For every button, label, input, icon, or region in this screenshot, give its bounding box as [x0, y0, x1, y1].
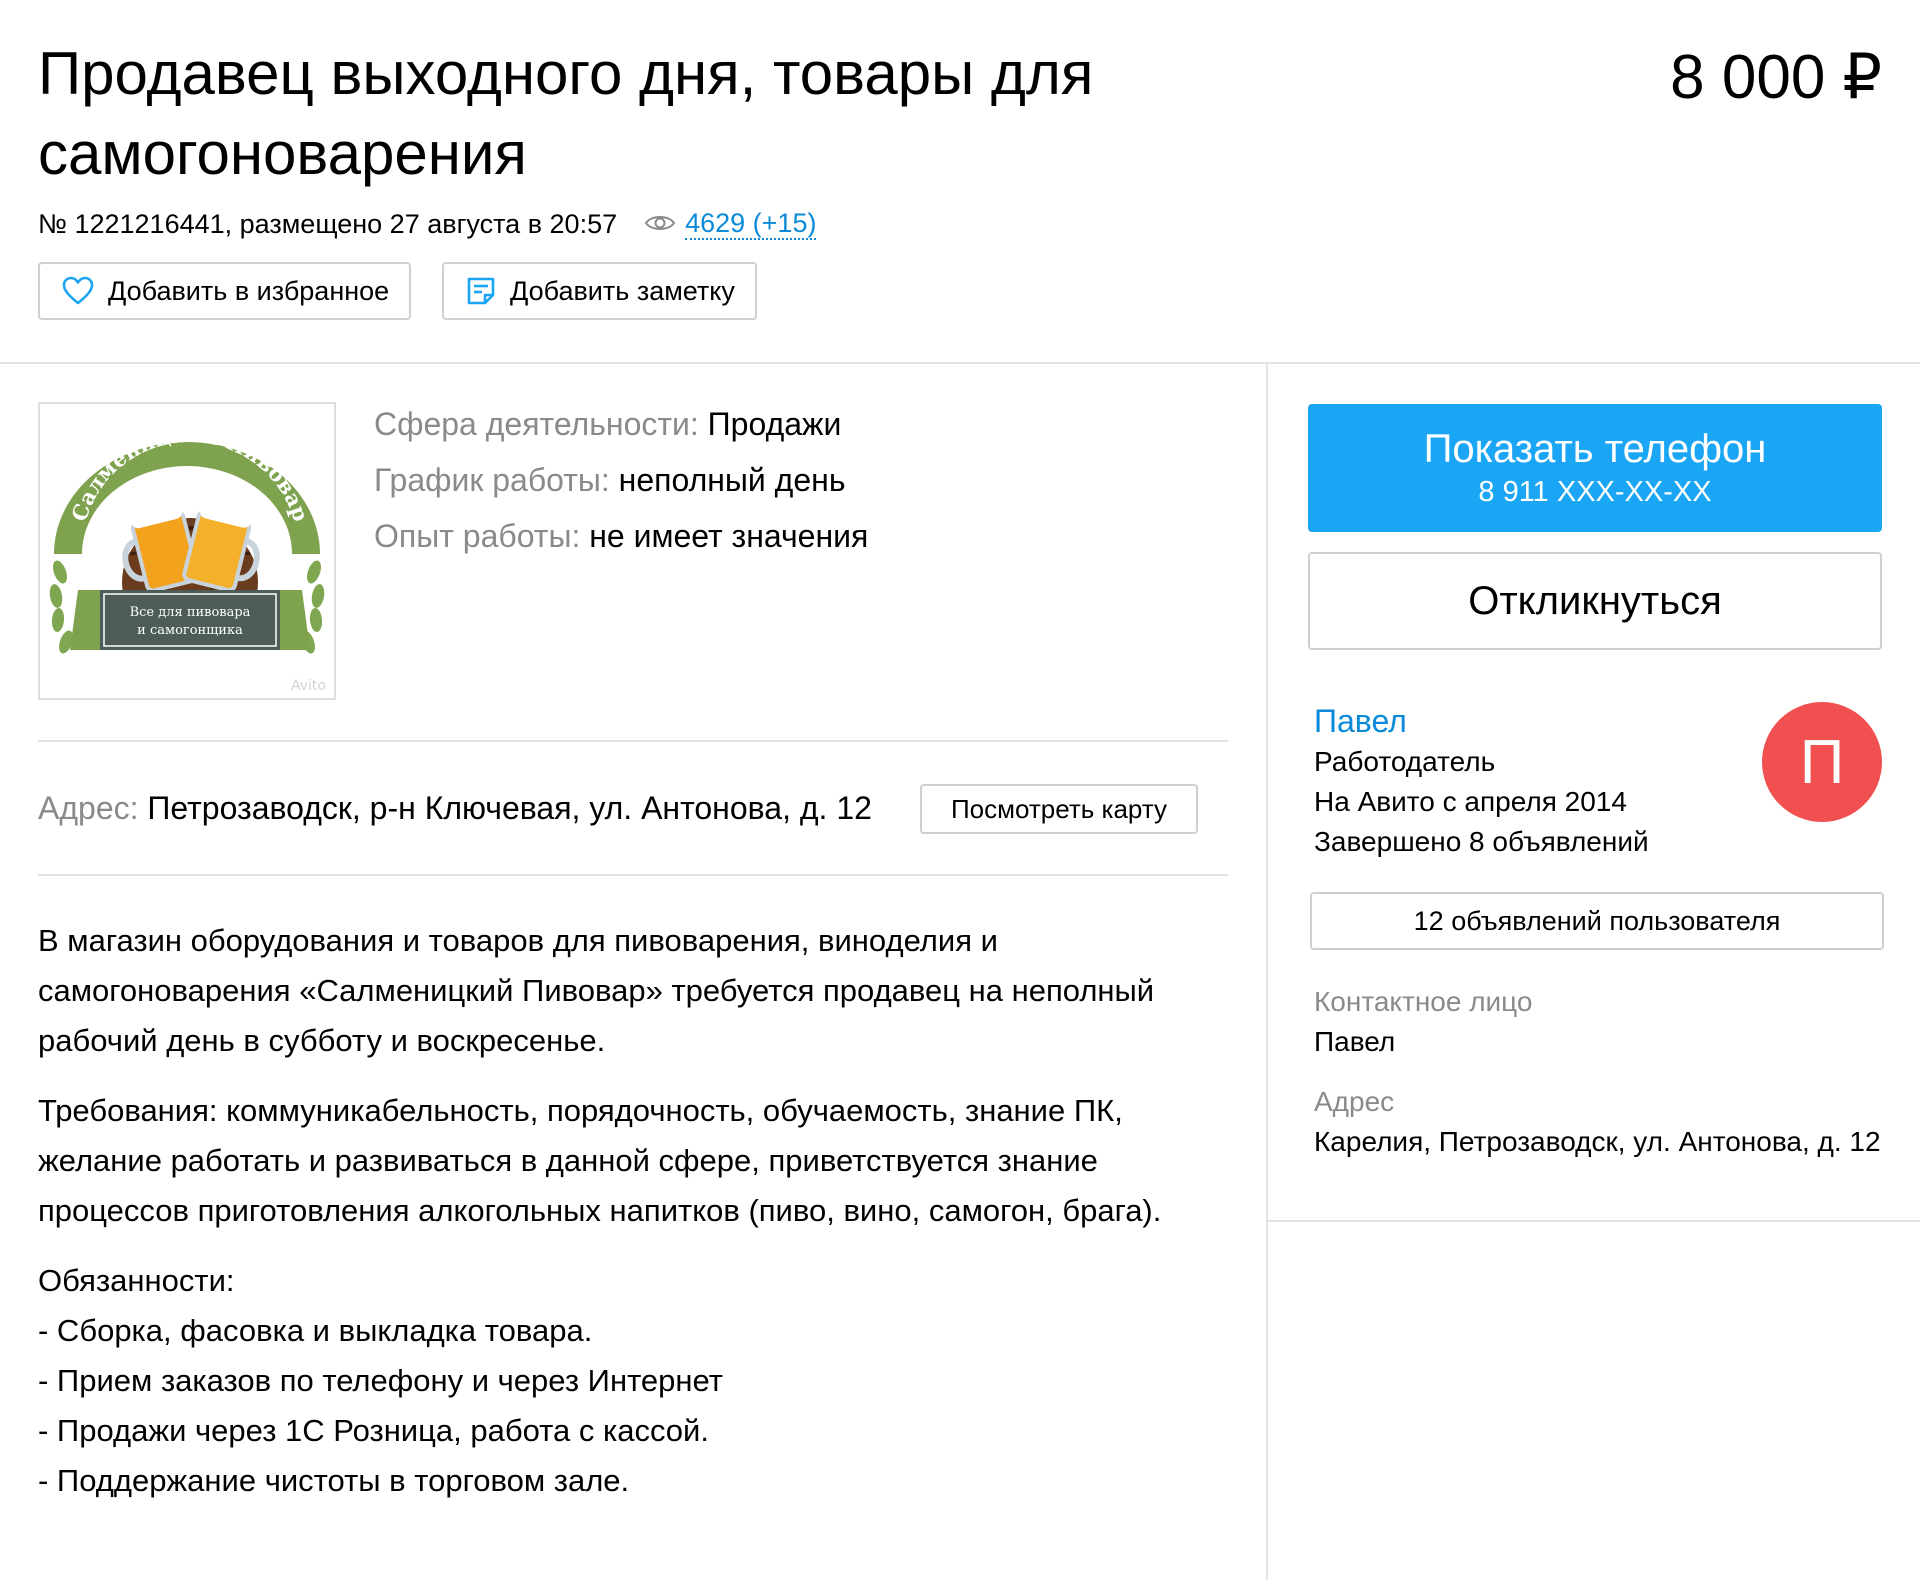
param-key: График работы:: [374, 462, 610, 498]
avito-watermark: Avito: [291, 678, 326, 694]
param-schedule: График работы: неполный день: [374, 458, 845, 502]
add-note-button[interactable]: Добавить заметку: [442, 262, 757, 320]
description-line: желание работать и развиваться в данной …: [38, 1143, 1098, 1178]
listing-info: № 1221216441, размещено 27 августа в 20:…: [38, 209, 618, 239]
description-line: Обязанности:: [38, 1263, 235, 1298]
param-value: не имеет значения: [589, 518, 869, 554]
sidebar-divider: [1268, 1220, 1920, 1222]
seller-completed: Завершено 8 объявлений: [1314, 826, 1649, 857]
description-requirements: Требования: коммуникабельность, порядочн…: [38, 1086, 1228, 1236]
description-line: рабочий день в субботу и воскресенье.: [38, 1023, 606, 1058]
column-divider: [1266, 362, 1268, 1580]
company-logo[interactable]: Салменицкий Пивовар Все для пивовара и с…: [38, 402, 336, 700]
description-line: процессов приготовления алкогольных напи…: [38, 1193, 1162, 1228]
logo-banner-line2: и самогонщика: [137, 623, 243, 638]
header-divider: [0, 362, 1920, 364]
contact-person-value: Павел: [1314, 1026, 1396, 1057]
address-row: Адрес: Петрозаводск, р-н Ключевая, ул. А…: [38, 786, 872, 830]
svg-text:Салменицкий Пивовар: Салменицкий Пивовар: [66, 422, 313, 524]
view-map-button[interactable]: Посмотреть карту: [920, 784, 1198, 834]
address-value: Петрозаводск, р-н Ключевая, ул. Антонова…: [147, 790, 872, 826]
views-count[interactable]: 4629 (+15): [685, 208, 817, 240]
contact-person-label: Контактное лицо: [1314, 986, 1533, 1017]
show-phone-button[interactable]: Показать телефон 8 911 XXX-XX-XX: [1308, 404, 1882, 532]
param-value: Продажи: [707, 406, 842, 442]
add-to-favorites-button[interactable]: Добавить в избранное: [38, 262, 412, 320]
address-key: Адрес:: [38, 790, 139, 826]
page-title: Продавец выходного дня, товары для самог…: [38, 40, 1094, 187]
seller-name-link[interactable]: Павел: [1314, 700, 1407, 742]
logo-banner-line1: Все для пивовара: [130, 605, 251, 620]
section-divider: [38, 740, 1228, 742]
description-line: - Сборка, фасовка и выкладка товара.: [38, 1313, 593, 1348]
avatar[interactable]: П: [1762, 702, 1882, 822]
description-intro: В магазин оборудования и товаров для пив…: [38, 916, 1228, 1066]
respond-button[interactable]: Откликнуться: [1308, 552, 1882, 650]
description-line: - Поддержание чистоты в торговом зале.: [38, 1463, 630, 1498]
heart-icon: [62, 276, 94, 305]
add-note-label: Добавить заметку: [510, 275, 735, 306]
description-line: Требования: коммуникабельность, порядочн…: [38, 1093, 1123, 1128]
note-icon: [467, 277, 495, 305]
sidebar-address-label: Адрес: [1314, 1086, 1395, 1117]
user-ads-button[interactable]: 12 объявлений пользователя: [1310, 892, 1884, 950]
listing-meta: № 1221216441, размещено 27 августа в 20:…: [38, 206, 817, 242]
param-value: неполный день: [618, 462, 846, 498]
param-experience: Опыт работы: не имеет значения: [374, 514, 868, 558]
description-line: В магазин оборудования и товаров для пив…: [38, 923, 998, 958]
description-line: самогоноварения «Салменицкий Пивовар» тр…: [38, 973, 1155, 1008]
section-divider: [38, 874, 1228, 876]
sidebar-address-value: Карелия, Петрозаводск, ул. Антонова, д. …: [1314, 1126, 1881, 1157]
seller-role: Работодатель: [1314, 746, 1496, 777]
logo-arc-text: Салменицкий Пивовар: [66, 422, 313, 524]
description-line: - Продажи через 1С Розница, работа с кас…: [38, 1413, 709, 1448]
seller-since: На Авито с апреля 2014: [1314, 786, 1627, 817]
param-key: Опыт работы:: [374, 518, 581, 554]
description-line: - Прием заказов по телефону и через Инте…: [38, 1363, 723, 1398]
phone-masked: 8 911 XXX-XX-XX: [1478, 476, 1712, 508]
param-field: Сфера деятельности: Продажи: [374, 402, 841, 446]
salary-price: 8 000 ₽: [1670, 43, 1882, 112]
add-to-favorites-label: Добавить в избранное: [108, 275, 390, 306]
param-key: Сфера деятельности:: [374, 406, 699, 442]
eye-icon: [644, 206, 676, 242]
show-phone-label: Показать телефон: [1423, 427, 1767, 471]
description-duties: Обязанности: - Сборка, фасовка и выкладк…: [38, 1256, 1228, 1506]
